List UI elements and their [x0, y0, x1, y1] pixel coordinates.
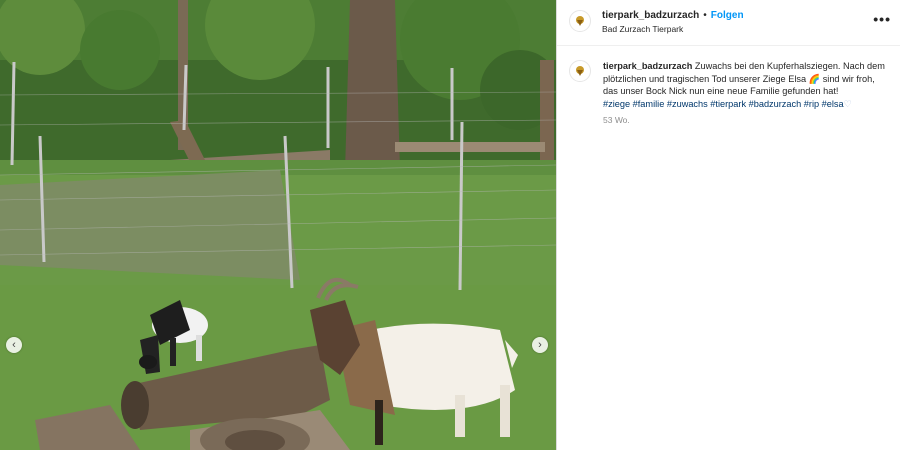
more-options-button[interactable]: ••• [873, 11, 891, 27]
separator-dot: • [703, 10, 707, 21]
post-header-text: tierpark_badzurzach • Folgen Bad Zurzach T… [602, 9, 744, 36]
hashtag-link[interactable]: #badzurzach [749, 99, 802, 109]
post-side-panel: tierpark_badzurzach • Folgen Bad Zurzach T… [556, 0, 900, 450]
goat-enclosure-photo [0, 0, 556, 450]
post-caption: tierpark_badzurzach Zuwachs bei den Kupf… [603, 60, 893, 110]
post-header: tierpark_badzurzach • Folgen Bad Zurzach T… [557, 0, 900, 46]
caption-username-link[interactable]: tierpark_badzurzach [603, 61, 692, 71]
caption-line-2b: sind wir froh, [822, 73, 875, 84]
chevron-left-icon: ‹ [12, 338, 16, 351]
follow-button[interactable]: Folgen [711, 10, 744, 21]
caption-avatar[interactable] [569, 60, 591, 82]
hashtag-link[interactable]: #rip [804, 99, 819, 109]
hashtag-link[interactable]: #elsa [822, 99, 844, 109]
rainbow-emoji: 🌈 [808, 73, 821, 84]
tierpark-logo-icon [576, 66, 584, 76]
avatar[interactable] [569, 10, 591, 32]
carousel-prev-button[interactable]: ‹ [6, 337, 22, 353]
carousel-next-button[interactable]: › [532, 337, 548, 353]
hashtag-link[interactable]: #tierpark [710, 99, 746, 109]
post-photo[interactable]: ‹ › [0, 0, 556, 450]
heart-icon: ♡ [843, 98, 852, 109]
post-timestamp: 53 Wo. [603, 115, 630, 125]
hashtag-link[interactable]: #familie [633, 99, 665, 109]
caption-line-2: plötzlichen und tragischen Tod unserer Z… [603, 73, 807, 84]
chevron-right-icon: › [538, 338, 542, 351]
username-link[interactable]: tierpark_badzurzach [602, 10, 699, 21]
hashtag-link[interactable]: #ziege [603, 99, 630, 109]
tierpark-logo-icon [576, 16, 584, 26]
more-icon: ••• [873, 11, 891, 27]
caption-line-1: Zuwachs bei den Kupferhalsziegen. Nach d… [694, 61, 885, 71]
hashtag-link[interactable]: #zuwachs [667, 99, 708, 109]
location-link[interactable]: Bad Zurzach Tierpark [602, 23, 744, 36]
caption-line-3: das unser Bock Nick nun eine neue Famili… [603, 86, 839, 97]
